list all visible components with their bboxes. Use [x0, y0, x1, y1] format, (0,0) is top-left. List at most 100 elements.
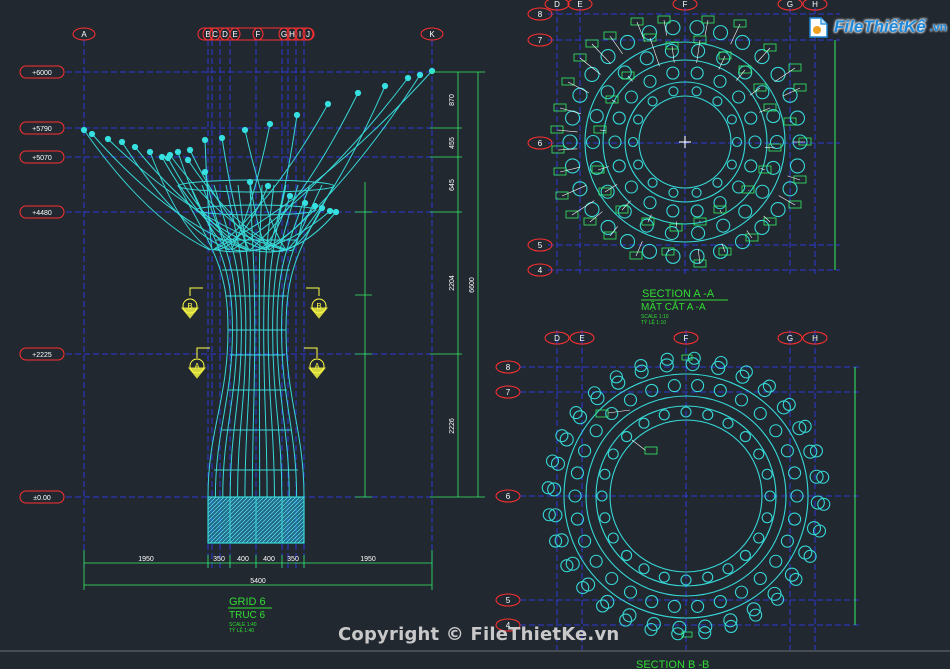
section-a-member — [789, 158, 806, 174]
level-label-0: +6000 — [32, 70, 52, 77]
branch-node — [131, 143, 139, 151]
section-b-member — [578, 444, 592, 458]
section-a-label-tag — [793, 137, 812, 146]
section-a-member — [668, 187, 679, 198]
branch-node — [264, 182, 272, 190]
dim-6600: 6600 — [469, 277, 476, 293]
branch-node — [80, 126, 88, 134]
foundation-base — [207, 496, 305, 544]
branch-node — [416, 71, 424, 79]
section-b-view: D E F G H87654 SECTION B -B — [495, 330, 860, 669]
section-b-row-8: 8 — [495, 360, 521, 374]
section-a-member — [633, 159, 644, 170]
dim-2226: 2226 — [449, 418, 456, 434]
dim-645: 645 — [449, 179, 456, 191]
section-a-label-tag — [573, 53, 601, 75]
branch-node — [332, 208, 340, 216]
branch-node — [404, 74, 412, 82]
section-mark-a-left: A — [194, 362, 200, 371]
section-b-row-6: 6 — [495, 489, 521, 503]
section-a-member — [624, 90, 638, 104]
section-a-member — [612, 159, 626, 173]
section-b-member — [702, 409, 714, 421]
section-b-member — [691, 599, 705, 613]
section-a-label-tag — [591, 165, 609, 174]
logo-tld: .vn — [929, 20, 947, 34]
branch-node — [318, 204, 326, 212]
branch-node — [174, 148, 182, 156]
branch-node — [118, 138, 126, 146]
grid-label-j: J — [306, 30, 310, 39]
section-a-member — [754, 219, 770, 236]
section-b-grid-g: G — [777, 331, 803, 345]
section-a-member — [643, 196, 657, 210]
elevation-subtitle: TRUC 6 — [229, 610, 266, 621]
branch-node — [381, 82, 389, 90]
section-a-member — [726, 114, 737, 125]
section-b-member — [578, 534, 592, 548]
grid-label-i: I — [299, 30, 301, 39]
grid-label-d: D — [222, 30, 228, 39]
section-a-label-tag — [621, 71, 635, 82]
section-b-member — [623, 585, 638, 599]
grid-bubble-c: C — [209, 27, 221, 41]
section-a-member — [612, 111, 626, 125]
section-b-member — [645, 383, 659, 397]
grid-bubble-a: A — [72, 27, 96, 41]
section-a-title: SECTION A -A — [642, 288, 715, 300]
branch-node — [186, 146, 194, 154]
section-a-member — [726, 159, 737, 170]
section-a-label-tag — [603, 31, 623, 55]
section-a-member — [755, 85, 770, 100]
branch — [149, 151, 212, 251]
section-a-row-6-label: 6 — [538, 139, 543, 148]
section-a-member — [690, 66, 704, 80]
grid-bubble-f: F — [252, 27, 264, 41]
elevation-title-block: GRID 6 TRUC 6 SCALE 1:40 TỶ LỆ 1:40 — [228, 596, 272, 634]
section-b-member — [761, 468, 773, 480]
branch-node — [301, 199, 309, 207]
section-b-member — [753, 532, 765, 544]
dim-350-right: 350 — [287, 556, 299, 563]
section-a-label-tag — [553, 166, 581, 176]
section-a-label-tag — [782, 83, 807, 97]
section-mark-b-right: B — [316, 302, 321, 311]
branch-node — [428, 67, 436, 75]
section-a-member — [600, 85, 615, 100]
dim-2204: 2204 — [449, 275, 456, 291]
section-a-member — [734, 234, 751, 250]
branch-node — [354, 89, 362, 97]
section-a-member — [712, 177, 723, 188]
section-a-label-tag — [629, 241, 643, 260]
branch-node — [218, 134, 226, 142]
section-a-grid-e-label: E — [577, 0, 582, 9]
elevation-title: GRID 6 — [229, 596, 266, 608]
section-a-member — [713, 74, 727, 88]
section-a-member — [744, 159, 758, 173]
section-b-member — [739, 431, 751, 443]
section-b-member — [667, 599, 681, 613]
section-a-member — [633, 114, 644, 125]
section-b-row-7: 7 — [495, 385, 521, 399]
section-a-grid-d-label: D — [554, 0, 560, 9]
section-b-grid-h: H — [802, 331, 828, 345]
section-b-member — [753, 406, 767, 421]
level-tag-2: +5070 — [19, 150, 65, 164]
section-a-member — [584, 66, 600, 82]
section-b-member — [621, 549, 633, 561]
branch-node — [293, 111, 301, 119]
section-a-member — [738, 204, 753, 219]
section-a-member — [744, 111, 758, 125]
dim-400-right: 400 — [263, 556, 275, 563]
section-b-row-5: 5 — [495, 593, 521, 607]
branch-node — [311, 202, 319, 210]
section-a-member — [690, 204, 704, 218]
section-b-grid-f-label: F — [684, 334, 689, 343]
section-a-title-block: SECTION A -A MẶT CẮT A -A SCALE 1:10 TỶ … — [641, 288, 728, 326]
branch-node — [266, 120, 274, 128]
section-b-member — [713, 383, 727, 397]
filethietke-logo: FileThiếtKế .vn — [808, 12, 947, 42]
section-a-member — [664, 226, 679, 241]
cad-drawing: ABCDEFGHIJK +6000+5790+5070+4480+2225±0.… — [0, 0, 950, 669]
section-b-member — [599, 468, 611, 480]
